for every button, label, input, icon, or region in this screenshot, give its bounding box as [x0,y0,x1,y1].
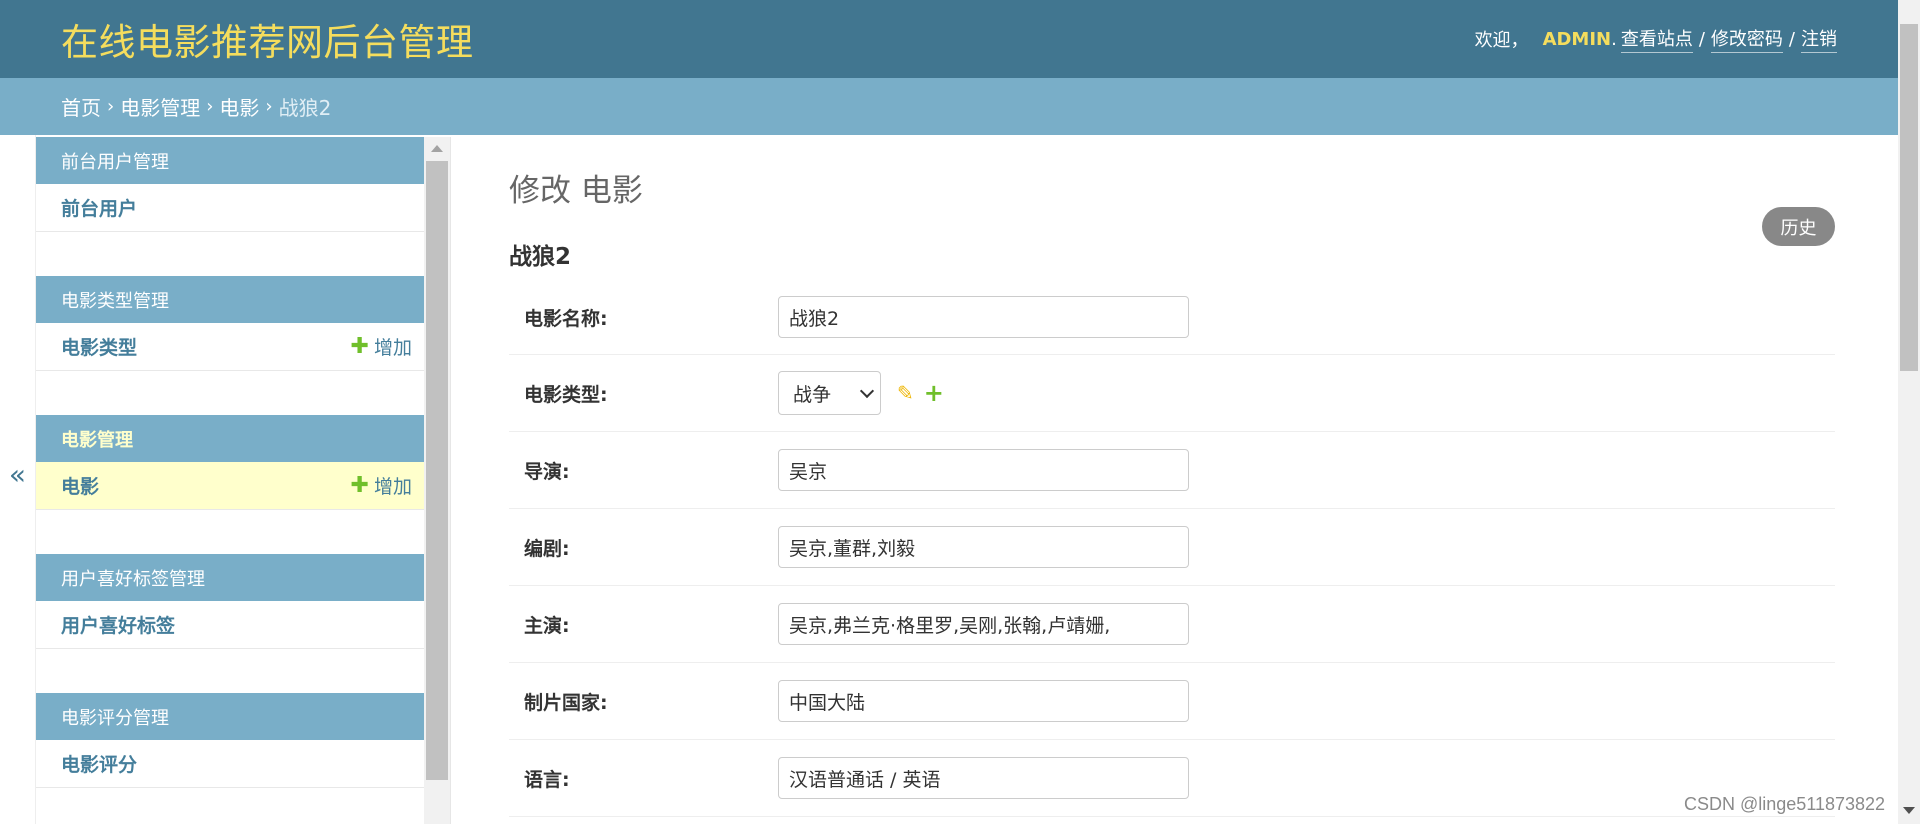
sidebar-item-frontend-users: 前台用户 [36,184,424,232]
double-chevron-left-icon: « [8,458,27,491]
selected-value: 战争 [793,383,832,406]
plus-icon: ✚ [350,472,369,498]
sidebar-item-movies: 电影 ✚ 增加 [36,462,424,510]
username-dot: . [1611,28,1617,50]
form-row-name: 电影名称: 战狼2 [509,280,1835,355]
director-input[interactable]: 吴京 [778,449,1189,491]
add-movie-type-link[interactable]: ✚ 增加 [351,333,412,360]
plus-icon: ✚ [350,333,369,359]
sidebar-item-movie-ratings: 电影评分 [36,740,424,788]
writer-input[interactable]: 吴京,董群,刘毅 [778,526,1189,568]
add-movie-link[interactable]: ✚ 增加 [351,472,412,499]
object-title: 战狼2 [509,244,572,270]
chevron-down-icon [859,383,875,398]
breadcrumb-separator: › [265,96,273,117]
module-user-tags: 用户喜好标签管理 用户喜好标签 [36,554,424,649]
form-row-country: 制片国家: 中国大陆 [509,663,1835,740]
language-input[interactable]: 汉语普通话 / 英语 [778,757,1189,799]
movie-type-select[interactable]: 战争 [778,371,881,415]
form-row-director: 导演: 吴京 [509,432,1835,509]
page-title: 修改 电影 [509,173,643,209]
watermark: CSDN @linge511873822 [1684,794,1886,814]
sidebar-divider [450,137,451,824]
toggle-nav-sidebar-button[interactable]: « [0,135,36,824]
model-link[interactable]: 电影 [61,472,99,499]
field-label: 主演: [524,614,570,637]
change-form: 电影名称: 战狼2 电影类型: 战争 ✎ + 导演: 吴京 编剧: 吴京,董群,… [509,280,1835,817]
module-movies: 电影管理 电影 ✚ 增加 [36,415,424,510]
separator: / [1788,28,1795,50]
module-caption[interactable]: 电影管理 [36,415,424,462]
sidebar-scrollbar[interactable] [424,137,450,824]
user-tools: 欢迎， ADMIN . 查看站点 / 修改密码 / 注销 [1475,25,1837,53]
module-caption[interactable]: 电影评分管理 [36,693,424,740]
movie-name-input[interactable]: 战狼2 [778,296,1189,338]
add-label: 增加 [373,337,412,359]
model-link[interactable]: 前台用户 [61,194,137,221]
view-site-link[interactable]: 查看站点 [1620,25,1693,53]
form-row-writer: 编剧: 吴京,董群,刘毅 [509,509,1835,586]
breadcrumb-separator: › [206,96,214,117]
form-row-type: 电影类型: 战争 ✎ + [509,355,1835,432]
module-movie-ratings: 电影评分管理 电影评分 [36,693,424,788]
scroll-up-arrow-icon[interactable] [431,145,443,152]
model-link[interactable]: 电影类型 [61,333,137,360]
module-movie-types: 电影类型管理 电影类型 ✚ 增加 [36,276,424,371]
welcome-text: 欢迎， [1474,30,1529,51]
sidebar-item-user-tags: 用户喜好标签 [36,601,424,649]
breadcrumb-current: 战狼2 [278,96,332,120]
model-link[interactable]: 用户喜好标签 [61,611,175,638]
separator: / [1698,28,1705,50]
field-label: 制片国家: [524,691,608,714]
form-row-language: 语言: 汉语普通话 / 英语 [509,740,1835,817]
module-caption[interactable]: 前台用户管理 [36,137,424,184]
field-label: 导演: [524,460,570,483]
model-link[interactable]: 电影评分 [61,750,137,777]
history-button[interactable]: 历史 [1762,207,1835,246]
logout-link[interactable]: 注销 [1801,25,1837,53]
field-label: 语言: [524,768,570,791]
field-label: 电影名称: [524,307,608,330]
site-header: 在线电影推荐网后台管理 欢迎， ADMIN . 查看站点 / 修改密码 / 注销 [0,0,1898,78]
country-input[interactable]: 中国大陆 [778,680,1189,722]
breadcrumb-model[interactable]: 电影 [219,92,259,121]
actors-input[interactable]: 吴京,弗兰克·格里罗,吴刚,张翰,卢靖姗, [778,603,1189,645]
change-password-link[interactable]: 修改密码 [1710,25,1783,53]
field-label: 编剧: [524,537,570,560]
field-label: 电影类型: [524,383,608,406]
nav-sidebar: 前台用户管理 前台用户 电影类型管理 电影类型 ✚ 增加 电影管理 电影 ✚ 增… [36,137,424,824]
site-brand[interactable]: 在线电影推荐网后台管理 [61,12,474,66]
scrollbar-thumb[interactable] [426,161,448,780]
module-caption[interactable]: 用户喜好标签管理 [36,554,424,601]
add-label: 增加 [373,476,412,498]
module-frontend-users: 前台用户管理 前台用户 [36,137,424,232]
scroll-down-arrow-icon[interactable] [1903,807,1915,814]
edit-related-pencil-icon[interactable]: ✎ [897,381,914,405]
breadcrumb-separator: › [107,96,115,117]
add-related-plus-icon[interactable]: + [924,381,944,405]
page-scrollbar[interactable] [1898,0,1920,824]
sidebar-item-movie-types: 电影类型 ✚ 增加 [36,323,424,371]
module-caption[interactable]: 电影类型管理 [36,276,424,323]
breadcrumb-app[interactable]: 电影管理 [120,92,200,121]
scrollbar-thumb[interactable] [1900,24,1918,371]
username: ADMIN [1542,28,1612,50]
form-row-actors: 主演: 吴京,弗兰克·格里罗,吴刚,张翰,卢靖姗, [509,586,1835,663]
main-content: 修改 电影 历史 战狼2 电影名称: 战狼2 电影类型: 战争 ✎ + 导演: … [509,137,1835,824]
breadcrumb: 首页 › 电影管理 › 电影 › 战狼2 [0,78,1898,135]
breadcrumb-home[interactable]: 首页 [61,92,101,121]
